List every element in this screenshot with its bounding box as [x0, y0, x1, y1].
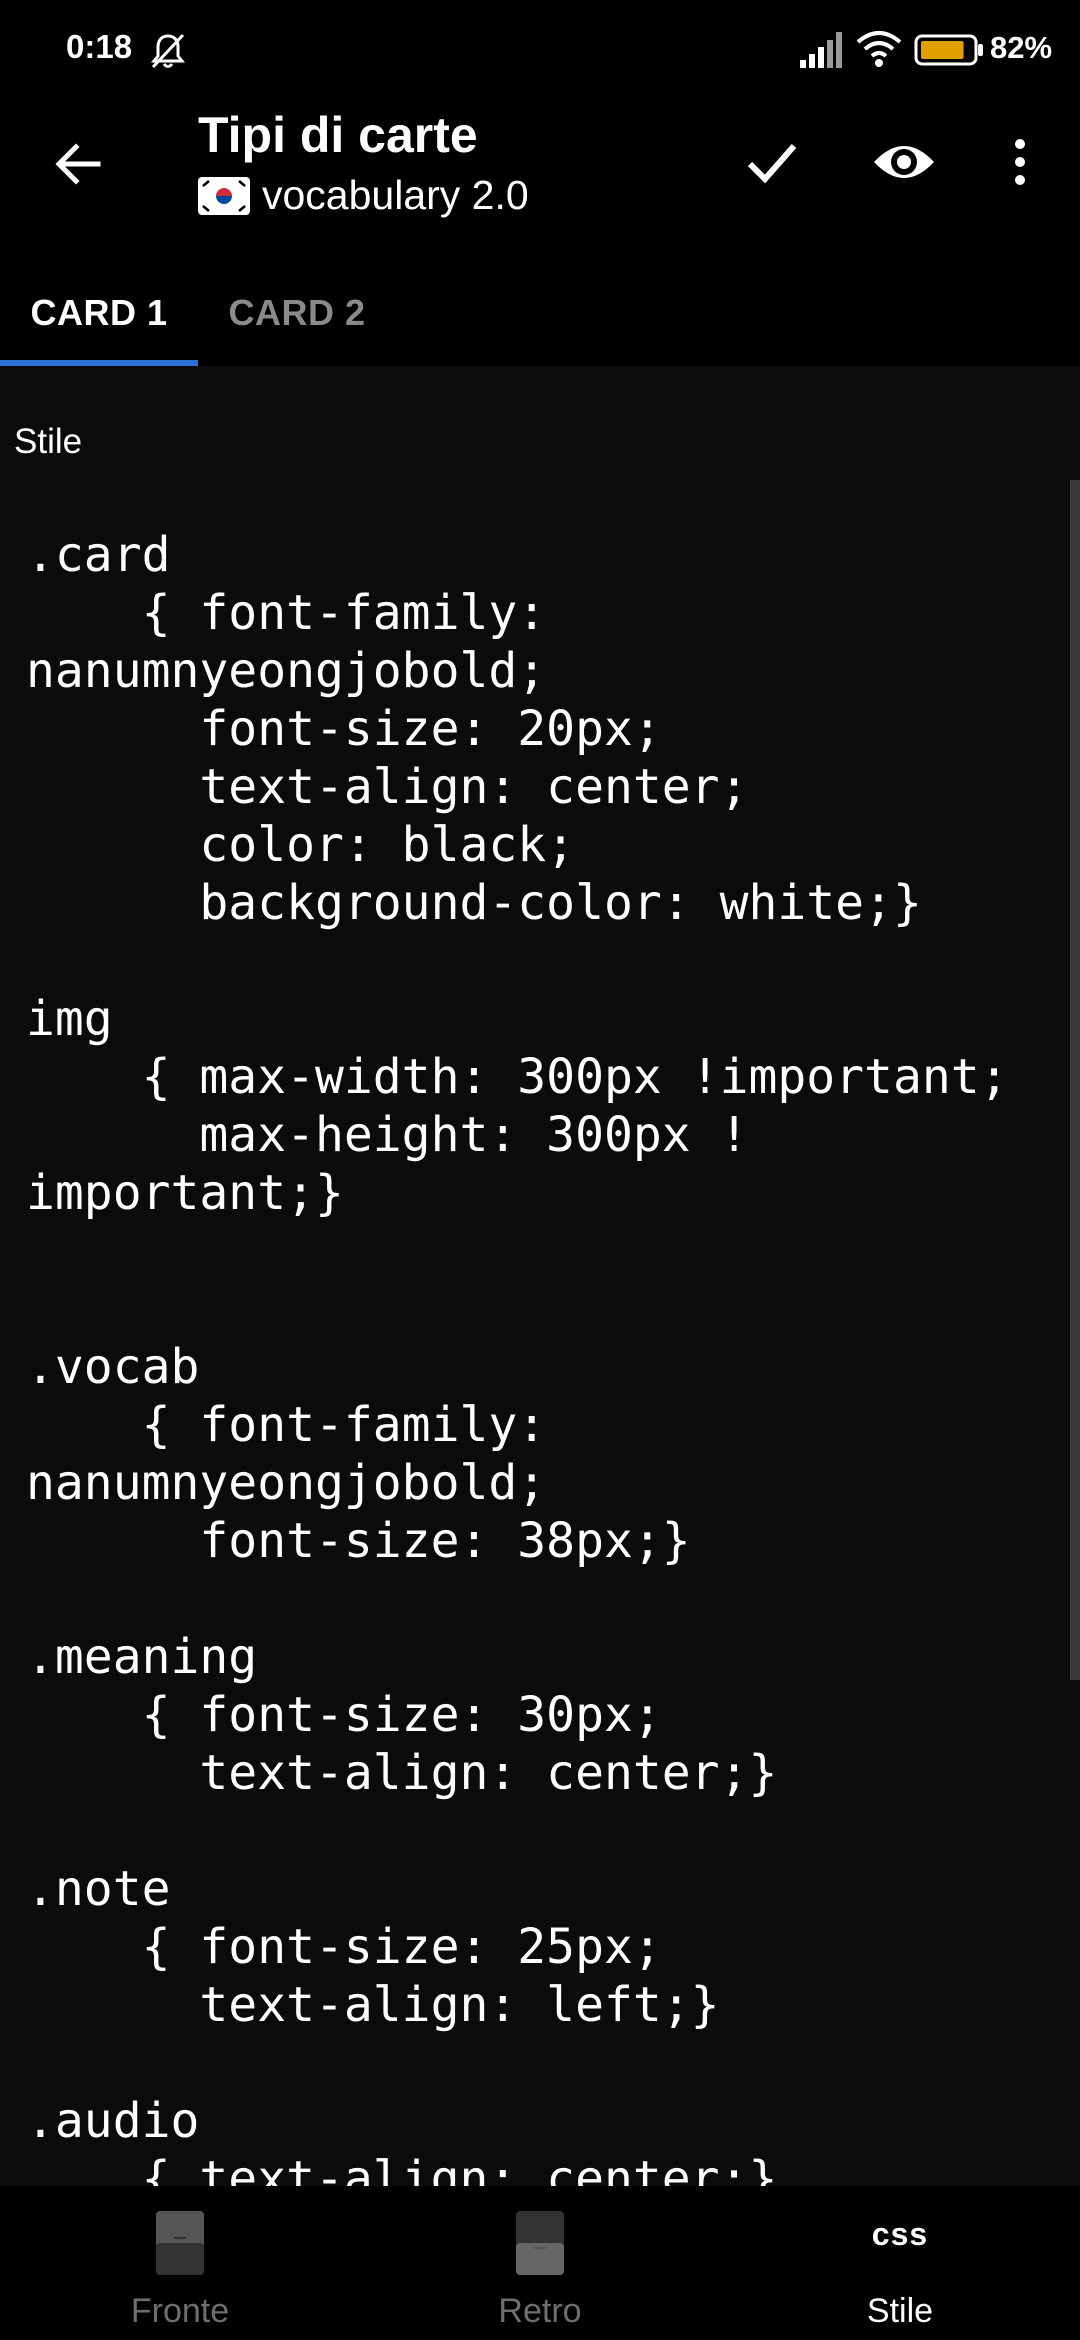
check-icon [747, 144, 797, 184]
mute-icon [150, 33, 186, 69]
front-template-icon [156, 2211, 204, 2275]
nav-back-label: Retro [498, 2292, 582, 2330]
preview-button[interactable] [862, 122, 946, 202]
back-button[interactable] [40, 126, 116, 202]
back-template-icon [516, 2211, 564, 2275]
nav-front-template[interactable]: Fronte [0, 2186, 360, 2340]
editor-label: Stile [14, 422, 83, 461]
style-editor[interactable]: Stile .card { font-family: nanumnyeongjo… [0, 366, 1080, 2186]
editor-scrollbar[interactable] [1070, 480, 1080, 1680]
wifi-icon [856, 31, 902, 67]
south-korea-flag-icon [198, 176, 250, 215]
signal-icon [800, 32, 842, 68]
nav-style[interactable]: css Stile [720, 2186, 1080, 2340]
nav-front-label: Fronte [130, 2292, 230, 2330]
status-bar: 0:18 82% [0, 0, 1080, 100]
nav-style-label: Stile [866, 2292, 934, 2330]
tab-card-2[interactable]: CARD 2 [198, 260, 396, 366]
card-tabs: CARD 1 CARD 2 [0, 260, 1080, 366]
battery-icon [914, 34, 983, 66]
css-code-textarea[interactable]: .card { font-family: nanumnyeongjobold; … [26, 526, 1009, 2186]
status-time: 0:18 [66, 28, 133, 65]
more-options-button[interactable] [1000, 122, 1040, 202]
back-arrow-icon [55, 143, 101, 185]
tab-card-1[interactable]: CARD 1 [0, 260, 198, 366]
deck-subtitle-row: vocabulary 2.0 [198, 172, 529, 219]
css-icon: css [871, 2216, 929, 2252]
save-button[interactable] [732, 122, 812, 202]
page-title: Tipi di carte [198, 107, 478, 163]
eye-icon [874, 146, 934, 178]
battery-percent: 82% [990, 30, 1053, 65]
deck-name: vocabulary 2.0 [262, 172, 529, 218]
more-vertical-icon [1015, 139, 1025, 185]
bottom-navigation: Fronte Retro css Stile [0, 2186, 1080, 2340]
app-bar: Tipi di carte vocabulary 2.0 [0, 100, 1080, 260]
nav-back-template[interactable]: Retro [360, 2186, 720, 2340]
